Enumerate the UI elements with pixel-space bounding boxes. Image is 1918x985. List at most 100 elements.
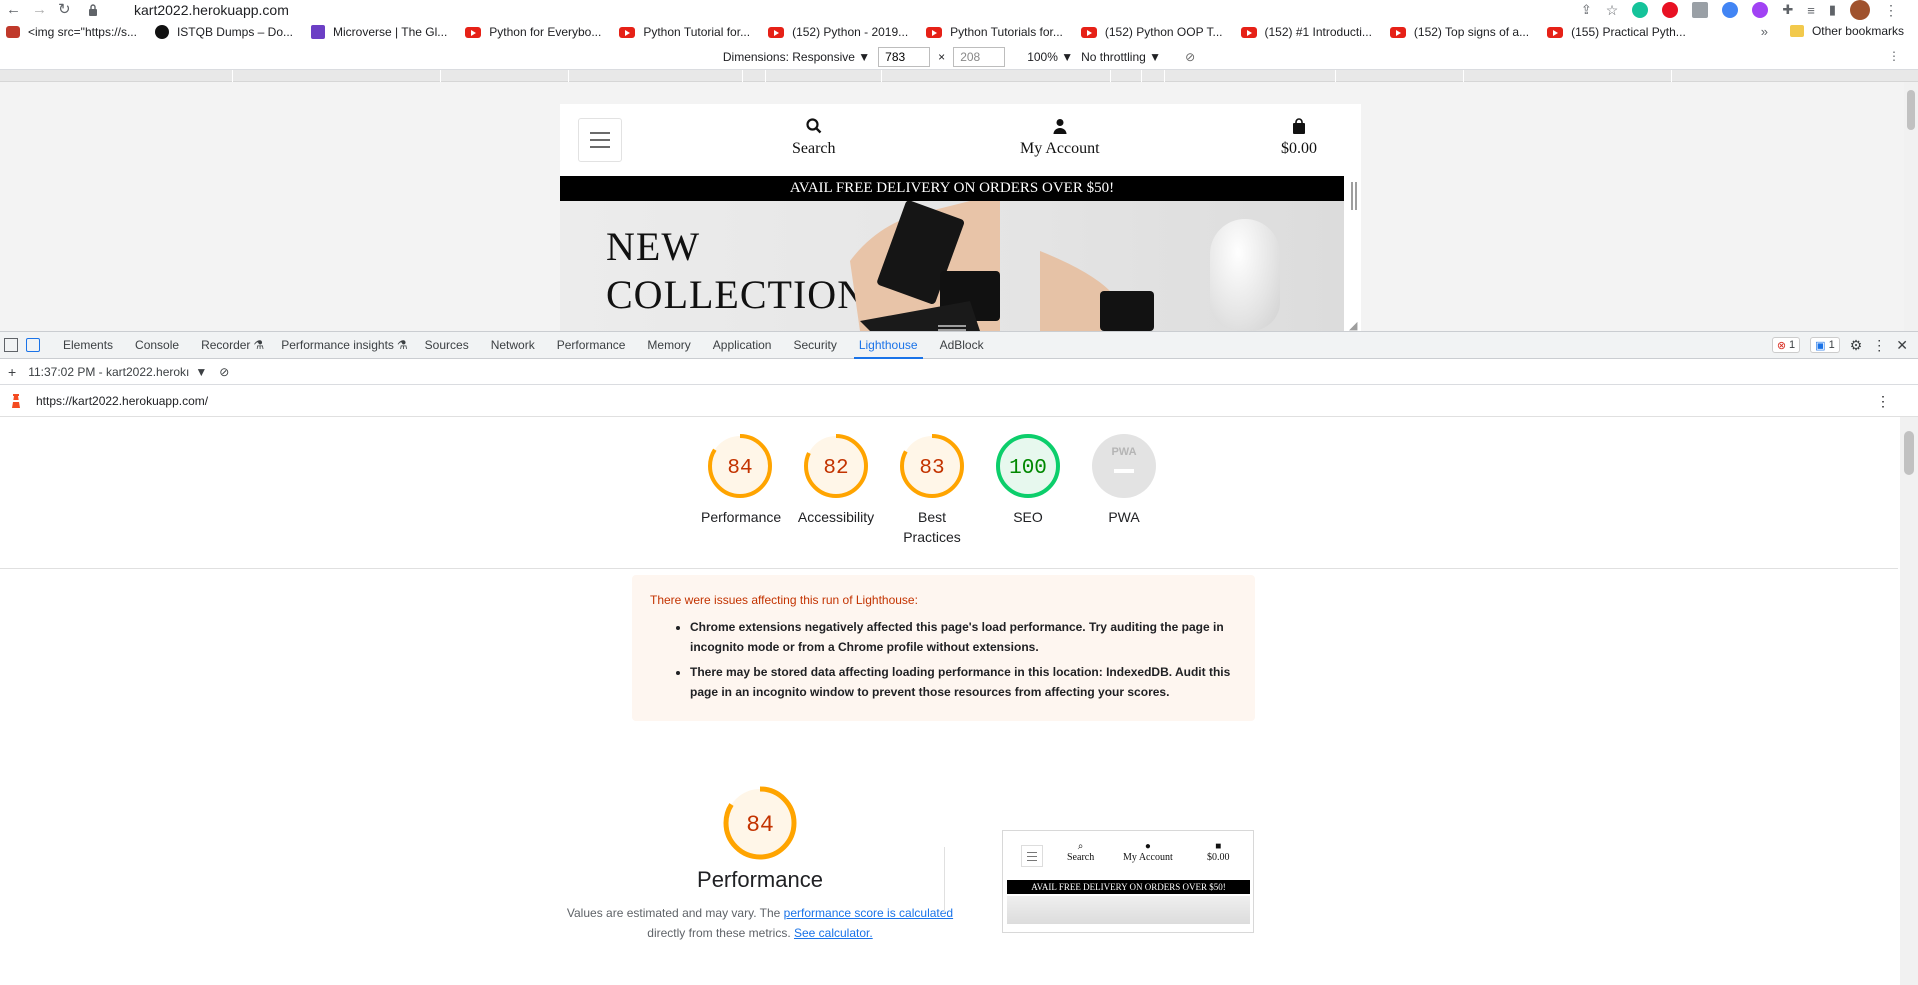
- user-icon: ●: [1144, 841, 1151, 852]
- bookmark-item[interactable]: Python Tutorial for...: [619, 25, 750, 39]
- hero-banner[interactable]: NEW COLLECTIONS: [560, 201, 1344, 331]
- lighthouse-report: 84 Performance 82 Accessibility 83 Best Pract…: [0, 417, 1918, 985]
- height-input[interactable]: [953, 46, 1006, 67]
- report-menu-icon[interactable]: ⋮: [1876, 393, 1890, 410]
- report-url[interactable]: https://kart2022.herokuapp.com/: [36, 394, 208, 408]
- pwa-badge-icon: PWA: [1092, 434, 1156, 498]
- tab-application[interactable]: Application: [702, 332, 783, 358]
- gauge-accessibility[interactable]: 82 Accessibility: [796, 433, 876, 547]
- zoom-dropdown[interactable]: 100% ▼: [1027, 50, 1073, 64]
- star-icon[interactable]: ☆: [1606, 2, 1619, 19]
- bookmark-item[interactable]: <img src="https://s...: [6, 25, 137, 39]
- resize-handle-vertical[interactable]: [1351, 182, 1357, 210]
- performance-gauge[interactable]: 84: [722, 785, 798, 861]
- dimensions-dropdown[interactable]: Dimensions: Responsive ▼: [723, 50, 870, 64]
- gauge-best-practices[interactable]: 83 Best Practices: [892, 433, 972, 547]
- report-scrollbar[interactable]: [1900, 417, 1918, 985]
- bookmark-item[interactable]: (152) #1 Introducti...: [1240, 25, 1372, 39]
- lighthouse-toolbar: + 11:37:02 PM - kart2022.herokı ▼ ⊘: [0, 359, 1918, 385]
- width-input[interactable]: [878, 46, 931, 67]
- bookmark-item[interactable]: Microverse | The Gl...: [311, 25, 447, 39]
- report-selector[interactable]: 11:37:02 PM - kart2022.herokı ▼: [28, 365, 207, 379]
- tab-performance-insights[interactable]: Performance insights: [270, 332, 405, 358]
- share-icon[interactable]: ⇪: [1581, 2, 1592, 18]
- bookmark-item[interactable]: ISTQB Dumps – Do...: [154, 25, 293, 39]
- youtube-icon: [1240, 26, 1257, 38]
- address-bar: ← → ↻ kart2022.herokuapp.com ⇪ ☆ ✚ ≡ ▮ ⋮: [0, 0, 1918, 20]
- inspect-element-icon[interactable]: [4, 338, 18, 352]
- settings-gear-icon[interactable]: ⚙: [1850, 337, 1863, 354]
- tab-security[interactable]: Security: [782, 332, 847, 358]
- warning-list: Chrome extensions negatively affected th…: [650, 617, 1237, 702]
- page-screenshot-thumbnail[interactable]: ⌕ Search ● My Account ■ $0.00 AVAIL FREE DE…: [1002, 830, 1254, 933]
- rotate-icon[interactable]: ⊘: [1185, 50, 1195, 64]
- tab-lighthouse[interactable]: Lighthouse: [848, 332, 929, 359]
- devtools-tab-bar: Elements Console Recorder ⚗ Performance ins…: [0, 331, 1918, 359]
- other-bookmarks[interactable]: Other bookmarks: [1789, 24, 1904, 38]
- url-text[interactable]: kart2022.herokuapp.com: [134, 0, 289, 20]
- bookmark-label: <img src="https://s...: [28, 25, 137, 39]
- my-account-link[interactable]: My Account: [1020, 118, 1100, 158]
- bookmark-label: Python Tutorial for...: [643, 25, 751, 39]
- tab-recorder[interactable]: Recorder: [190, 332, 261, 358]
- grammarly-extension-icon[interactable]: [1632, 2, 1649, 18]
- hamburger-menu-button[interactable]: [578, 118, 622, 162]
- reading-list-icon[interactable]: ≡: [1807, 3, 1815, 18]
- other-bookmarks-label: Other bookmarks: [1811, 24, 1904, 38]
- chrome-menu-icon[interactable]: ⋮: [1884, 2, 1898, 19]
- tab-sources[interactable]: Sources: [414, 332, 480, 358]
- tab-memory[interactable]: Memory: [636, 332, 701, 358]
- viewport-scrollbar[interactable]: [1904, 82, 1918, 331]
- device-options-icon[interactable]: ⋮: [1888, 49, 1900, 63]
- puzzle-icon[interactable]: ✚: [1782, 2, 1793, 18]
- broadcast-extension-icon[interactable]: [1752, 2, 1769, 18]
- lighthouse-icon: [12, 393, 20, 408]
- adblock-extension-icon[interactable]: [1662, 2, 1679, 18]
- bookmark-item[interactable]: (152) Top signs of a...: [1389, 25, 1529, 39]
- gauge-pwa[interactable]: PWA PWA: [1084, 433, 1164, 547]
- search-link[interactable]: Search: [792, 118, 836, 158]
- bookmarks-overflow-icon[interactable]: »: [1761, 24, 1768, 39]
- cart-link[interactable]: $0.00: [1281, 118, 1317, 158]
- bookmark-item[interactable]: (155) Practical Pyth...: [1547, 25, 1686, 39]
- gauge-label: Best Practices: [903, 509, 961, 545]
- message-badge[interactable]: ▣ 1: [1810, 337, 1840, 353]
- gauge-score: 84: [727, 457, 752, 480]
- new-report-icon[interactable]: +: [8, 364, 16, 380]
- search-icon: ⌕: [1077, 841, 1084, 852]
- media-query-ruler[interactable]: [0, 70, 1918, 82]
- close-devtools-icon[interactable]: ✕: [1896, 337, 1908, 354]
- bookmark-item[interactable]: Python for Everybo...: [465, 25, 601, 39]
- screen-extension-icon[interactable]: [1692, 2, 1709, 18]
- tab-performance[interactable]: Performance: [546, 332, 637, 358]
- reload-icon[interactable]: ↻: [58, 0, 71, 20]
- tab-console[interactable]: Console: [124, 332, 190, 358]
- throttling-dropdown[interactable]: No throttling ▼: [1081, 50, 1161, 64]
- forward-icon[interactable]: →: [32, 0, 47, 20]
- device-toggle-icon[interactable]: [26, 338, 40, 352]
- score-ring: 83: [900, 434, 964, 498]
- see-calculator-link[interactable]: See calculator.: [794, 926, 873, 940]
- performance-score-link[interactable]: performance score is calculated: [784, 906, 953, 920]
- tab-network[interactable]: Network: [480, 332, 546, 358]
- emulated-viewport: Search My Account $0.00 AVAIL FREE DELIV…: [0, 82, 1918, 331]
- device-toolbar: Dimensions: Responsive ▼ × 100% ▼ No thr…: [0, 44, 1918, 70]
- clear-reports-icon[interactable]: ⊘: [219, 365, 229, 379]
- bookmark-item[interactable]: (152) Python OOP T...: [1080, 25, 1223, 39]
- performance-title: Performance: [697, 867, 823, 892]
- tab-elements[interactable]: Elements: [52, 332, 124, 358]
- devtools-menu-icon[interactable]: ⋮: [1872, 337, 1886, 354]
- error-badge[interactable]: ⊗ 1: [1771, 337, 1801, 353]
- search-label: Search: [792, 140, 836, 157]
- chrome-extension-icon[interactable]: [1722, 2, 1739, 18]
- side-panel-icon[interactable]: ▮: [1829, 2, 1836, 18]
- gauge-performance[interactable]: 84 Performance: [700, 433, 781, 547]
- tab-adblock[interactable]: AdBlock: [929, 332, 995, 358]
- bookmark-item[interactable]: Python Tutorials for...: [926, 25, 1063, 39]
- bookmark-item[interactable]: (152) Python - 2019...: [768, 25, 908, 39]
- lock-icon[interactable]: [88, 4, 98, 16]
- profile-avatar[interactable]: [1850, 0, 1870, 20]
- back-icon[interactable]: ←: [6, 0, 21, 20]
- gauge-seo[interactable]: 100 SEO: [988, 433, 1068, 547]
- resize-corner-icon[interactable]: ◢: [1349, 319, 1357, 331]
